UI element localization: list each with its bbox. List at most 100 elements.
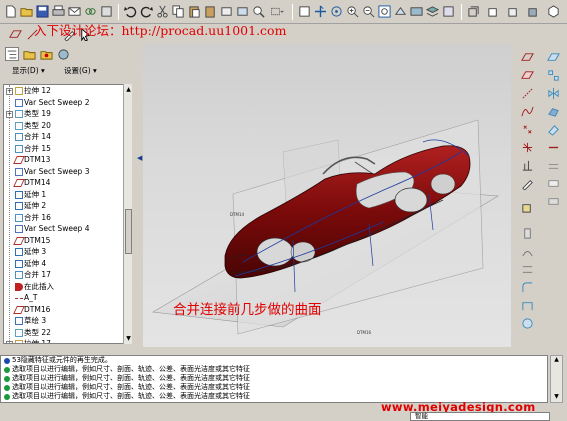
extrude-tool-icon[interactable] <box>520 200 534 214</box>
rib-tool-icon[interactable] <box>520 316 534 330</box>
tree-item[interactable]: 类型 22 <box>4 327 131 339</box>
regen-manager-icon[interactable] <box>235 4 249 18</box>
tree-item[interactable]: 合并 14 <box>4 131 131 143</box>
tree-item[interactable]: 延伸 2 <box>4 200 131 212</box>
mirror-tool-icon[interactable] <box>546 86 560 100</box>
spin-center-icon[interactable] <box>313 4 327 18</box>
curve-tool-icon[interactable] <box>520 104 534 118</box>
regenerate-icon[interactable] <box>219 4 233 18</box>
tree-item[interactable]: 延伸 1 <box>4 189 131 201</box>
layers-icon[interactable] <box>425 4 439 18</box>
expand-icon[interactable]: + <box>6 110 13 118</box>
axis-tool-icon[interactable] <box>520 86 534 100</box>
extend-tool-icon[interactable] <box>546 140 560 154</box>
blend-tool-icon[interactable] <box>520 262 534 276</box>
connections-tab-icon[interactable] <box>56 47 70 61</box>
solidify-tool-icon[interactable] <box>546 194 560 208</box>
settings-menu[interactable]: 设置(G) ▾ <box>64 65 97 76</box>
paste-special-icon[interactable] <box>203 4 217 18</box>
cut-icon[interactable] <box>155 4 169 18</box>
arrow-icon <box>4 385 10 391</box>
copy-feature-icon[interactable] <box>546 50 560 64</box>
save-icon[interactable] <box>35 4 49 18</box>
print-icon[interactable] <box>51 4 65 18</box>
offset-tool-icon[interactable] <box>546 158 560 172</box>
select-box-icon[interactable] <box>267 4 287 18</box>
wireframe-icon[interactable] <box>466 4 480 18</box>
extend-icon <box>15 190 23 199</box>
model-tree-tab-icon[interactable] <box>5 47 19 61</box>
open-folder-icon[interactable] <box>19 4 33 18</box>
find-icon[interactable] <box>251 4 265 18</box>
shell-tool-icon[interactable] <box>520 298 534 312</box>
tree-item[interactable]: 在此插入 <box>4 281 131 293</box>
no-hidden-icon[interactable] <box>506 4 520 18</box>
shading-icon[interactable] <box>526 4 540 18</box>
csys-tool-icon[interactable] <box>520 140 534 154</box>
orient-mode-icon[interactable] <box>329 4 343 18</box>
trim-tool-icon[interactable] <box>546 122 560 136</box>
tree-item[interactable]: Var Sect Sweep 3 <box>4 166 131 178</box>
expand-icon[interactable]: + <box>6 340 13 343</box>
merge-tool-icon[interactable] <box>546 104 560 118</box>
tree-item[interactable]: 延伸 3 <box>4 246 131 258</box>
view-manager-icon[interactable] <box>441 4 455 18</box>
sketch-tool-2-icon[interactable] <box>520 176 534 190</box>
zoom-in-icon[interactable] <box>345 4 359 18</box>
tree-item[interactable]: + 拉伸 17 <box>4 338 131 343</box>
tree-item[interactable]: 合并 16 <box>4 212 131 224</box>
analysis-tool-icon[interactable] <box>520 158 534 172</box>
zoom-out-icon[interactable] <box>361 4 375 18</box>
thicken-tool-icon[interactable] <box>546 176 560 190</box>
datum-plane-tool-icon[interactable] <box>8 27 22 41</box>
reorient-icon[interactable] <box>393 4 407 18</box>
pattern-tool-icon[interactable] <box>546 68 560 82</box>
email-icon[interactable] <box>67 4 81 18</box>
new-file-icon[interactable] <box>3 4 17 18</box>
tree-item[interactable]: DTM16 <box>4 304 131 316</box>
favorites-tab-icon[interactable] <box>39 47 53 61</box>
copy-icon[interactable] <box>171 4 185 18</box>
tree-item[interactable]: 草绘 3 <box>4 315 131 327</box>
folder-browser-tab-icon[interactable] <box>22 47 36 61</box>
display-menu[interactable]: 显示(D) ▾ <box>12 65 45 76</box>
tree-item[interactable]: DTM14 <box>4 177 131 189</box>
message-area: 53隐藏特征或元件的再生完成。 选取项目以进行编辑，例如尺寸、剖面、轨迹、公差、表… <box>0 355 548 403</box>
link-icon[interactable] <box>83 4 97 18</box>
panel-tabs <box>3 46 133 62</box>
tree-item[interactable]: A_T <box>4 292 131 304</box>
paste-icon[interactable] <box>187 4 201 18</box>
refit-icon[interactable] <box>377 4 391 18</box>
tree-scrollbar-thumb[interactable] <box>125 209 132 254</box>
plane-tool-icon[interactable] <box>520 50 534 64</box>
isometric-icon[interactable] <box>546 4 560 18</box>
model-tree: + 拉伸 12 Var Sect Sweep 2 + 类型 19 类型 20 合并 14 合并… <box>3 84 132 344</box>
point-tool-icon[interactable] <box>520 122 534 136</box>
tree-item[interactable]: 合并 15 <box>4 143 131 155</box>
tree-item[interactable]: Var Sect Sweep 4 <box>4 223 131 235</box>
repaint-icon[interactable] <box>297 4 311 18</box>
tree-item[interactable]: 延伸 4 <box>4 258 131 270</box>
plane-tool-2-icon[interactable] <box>520 68 534 82</box>
message-scrollbar[interactable]: ▲ ▼ <box>550 355 563 403</box>
tree-scrollbar[interactable]: ▲ ▼ <box>123 84 132 344</box>
redo-icon[interactable] <box>139 4 153 18</box>
tree-item[interactable]: DTM13 <box>4 154 131 166</box>
sweep-tool-icon[interactable] <box>520 244 534 258</box>
expand-icon[interactable]: + <box>6 87 13 95</box>
round-tool-icon[interactable] <box>520 280 534 294</box>
hidden-line-icon[interactable] <box>486 4 500 18</box>
mapkey-icon[interactable] <box>99 4 113 18</box>
tree-item[interactable]: 类型 20 <box>4 120 131 132</box>
undo-icon[interactable] <box>123 4 137 18</box>
selection-filter[interactable]: 智能 <box>410 412 550 421</box>
saved-views-icon[interactable] <box>409 4 423 18</box>
tree-item[interactable]: + 拉伸 12 <box>4 85 131 97</box>
tree-item-label: 草绘 3 <box>24 316 47 325</box>
tree-item[interactable]: Var Sect Sweep 2 <box>4 97 131 109</box>
tree-item[interactable]: 合并 17 <box>4 269 131 281</box>
tree-item-label: A_T <box>24 293 38 302</box>
revolve-tool-icon[interactable] <box>520 226 534 240</box>
tree-item[interactable]: + 类型 19 <box>4 108 131 120</box>
tree-item[interactable]: DTM15 <box>4 235 131 247</box>
